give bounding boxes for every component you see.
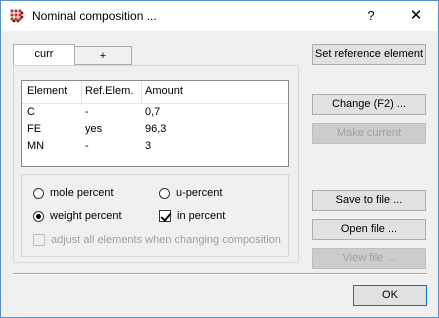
- open-file-button[interactable]: Open file ...: [312, 219, 426, 240]
- close-button[interactable]: ✕: [399, 5, 433, 27]
- mole-percent-label: mole percent: [50, 187, 114, 199]
- u-percent-radio[interactable]: u-percent: [159, 187, 222, 199]
- column-header-ref-elem[interactable]: Ref.Elem.: [85, 85, 133, 97]
- in-percent-checkbox[interactable]: in percent: [159, 210, 225, 222]
- in-percent-label: in percent: [177, 210, 226, 222]
- u-percent-label: u-percent: [176, 187, 223, 199]
- help-button[interactable]: ?: [356, 5, 386, 27]
- cell-ref-elem: yes: [85, 123, 103, 135]
- radio-indicator-selected[interactable]: [33, 210, 44, 222]
- composition-list[interactable]: Element Ref.Elem. Amount C - 0,7 FE yes …: [21, 80, 289, 167]
- cell-element: C: [27, 106, 35, 118]
- column-separator[interactable]: [81, 81, 82, 103]
- cell-ref-elem: -: [85, 140, 89, 152]
- list-header: Element Ref.Elem. Amount: [22, 81, 288, 104]
- title-bar: Nominal composition ... ? ✕: [1, 1, 438, 31]
- cell-amount: 3: [145, 140, 152, 152]
- dialog-window: Nominal composition ... ? ✕ curr + Eleme…: [0, 0, 439, 318]
- checkbox-indicator[interactable]: [159, 210, 172, 222]
- mole-percent-radio[interactable]: mole percent: [33, 187, 114, 199]
- table-row[interactable]: C - 0,7: [22, 106, 288, 121]
- view-file-button[interactable]: View file ...: [312, 248, 426, 269]
- cell-ref-elem: -: [85, 106, 89, 118]
- make-current-button[interactable]: Make current: [312, 123, 426, 144]
- adjust-all-checkbox[interactable]: adjust all elements when changing compos…: [33, 234, 281, 246]
- checkbox-indicator-disabled[interactable]: [33, 234, 45, 246]
- table-row[interactable]: FE yes 96,3: [22, 123, 288, 138]
- tab-curr[interactable]: curr: [13, 44, 75, 65]
- window-title: Nominal composition ...: [32, 9, 157, 23]
- adjust-all-label: adjust all elements when changing compos…: [51, 234, 281, 246]
- column-header-amount[interactable]: Amount: [145, 85, 183, 97]
- save-to-file-button[interactable]: Save to file ...: [312, 190, 426, 211]
- divider: [13, 273, 427, 275]
- change-button[interactable]: Change (F2) ...: [312, 94, 426, 115]
- radio-indicator[interactable]: [159, 187, 170, 199]
- ok-button[interactable]: OK: [353, 285, 427, 306]
- column-separator[interactable]: [141, 81, 142, 103]
- cell-element: FE: [27, 123, 42, 135]
- cell-amount: 0,7: [145, 106, 161, 118]
- checkmark-icon: [160, 210, 172, 222]
- radio-indicator[interactable]: [33, 187, 44, 199]
- tab-add[interactable]: +: [75, 46, 132, 65]
- grid-dots-icon: [10, 9, 24, 23]
- weight-percent-radio[interactable]: weight percent: [33, 210, 122, 222]
- set-reference-element-button[interactable]: Set reference element: [312, 44, 426, 65]
- cell-element: MN: [27, 140, 45, 152]
- column-header-element[interactable]: Element: [27, 85, 67, 97]
- table-row[interactable]: MN - 3: [22, 140, 288, 155]
- weight-percent-label: weight percent: [50, 210, 122, 222]
- cell-amount: 96,3: [145, 123, 167, 135]
